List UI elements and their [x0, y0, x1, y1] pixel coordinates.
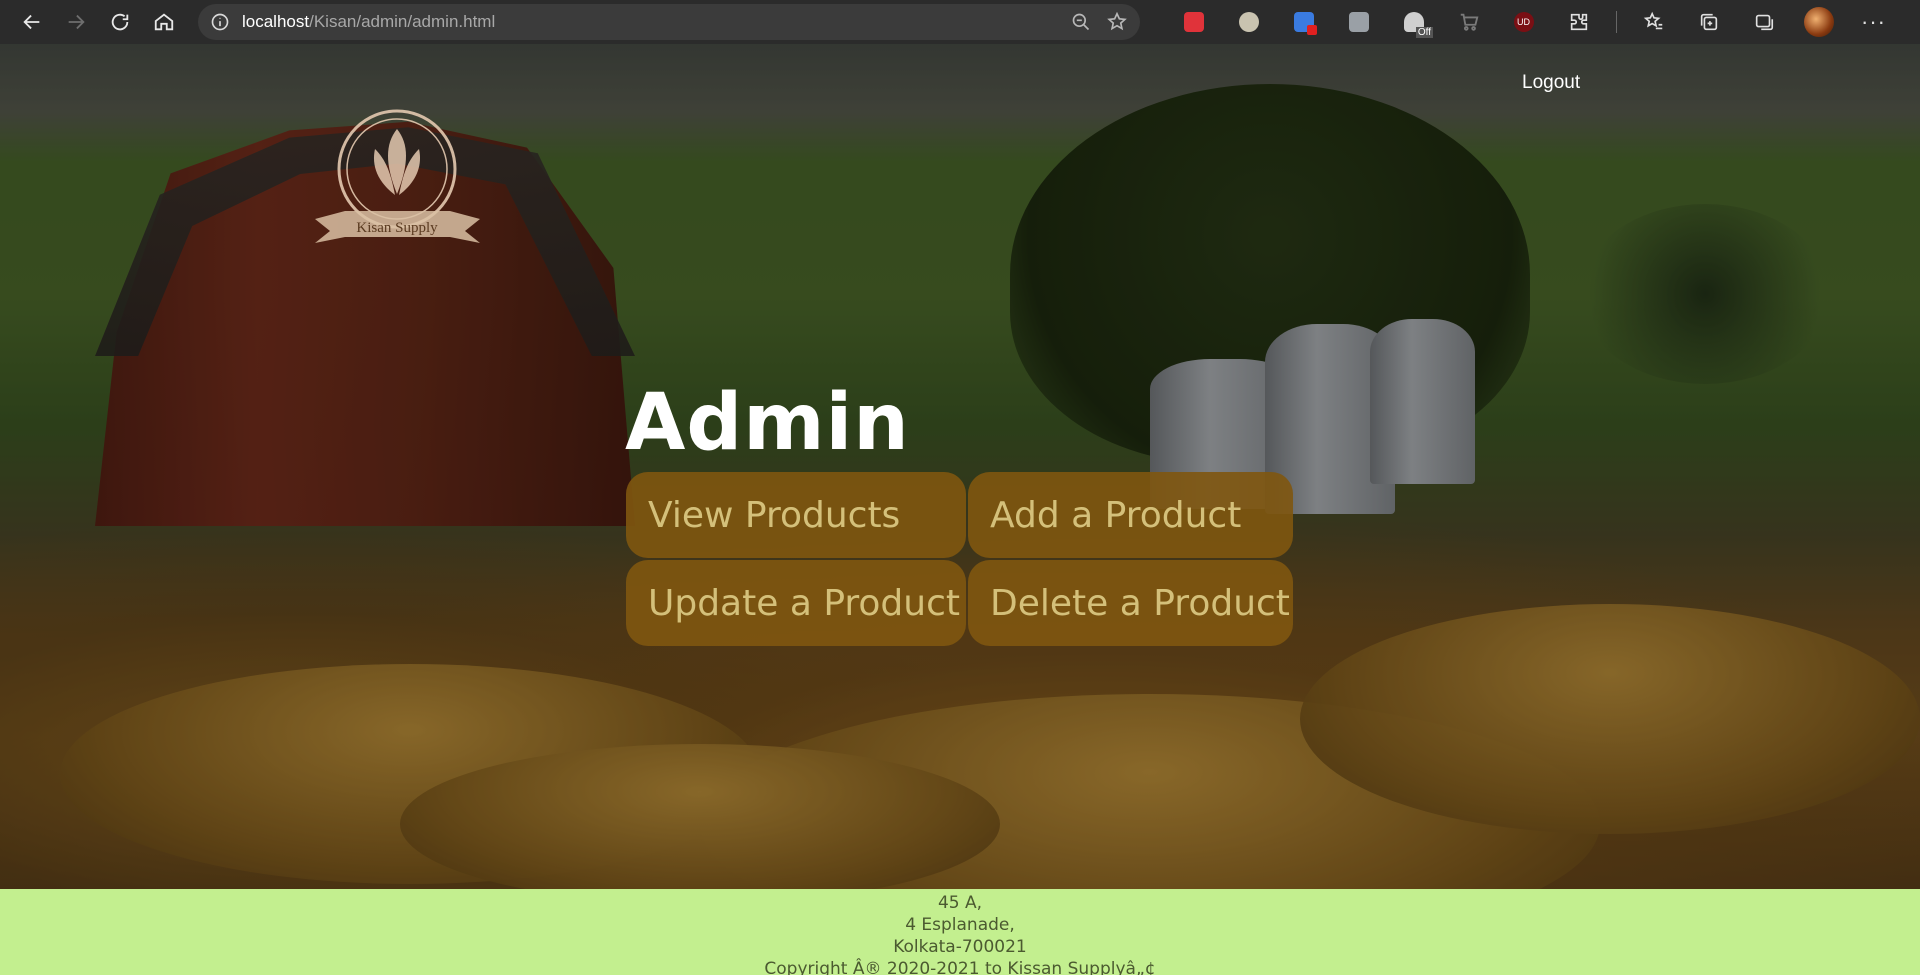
- view-products-button[interactable]: View Products: [626, 472, 966, 558]
- footer-address-line1: 45 A,: [937, 893, 983, 913]
- info-icon[interactable]: [210, 12, 230, 32]
- address-bar[interactable]: localhost/Kisan/admin/admin.html: [198, 4, 1140, 40]
- collections-icon[interactable]: [1681, 4, 1736, 40]
- more-icon: ···: [1861, 9, 1886, 34]
- extension-window-icon[interactable]: [1276, 4, 1331, 40]
- avatar: [1803, 7, 1834, 37]
- url-text[interactable]: localhost/Kisan/admin/admin.html: [242, 12, 495, 32]
- url-host: localhost: [242, 12, 310, 31]
- add-product-button[interactable]: Add a Product: [968, 472, 1293, 558]
- profile-sync-icon[interactable]: [1736, 4, 1791, 40]
- page-title: Admin: [625, 378, 910, 468]
- extension-ublock-icon[interactable]: UD: [1496, 4, 1551, 40]
- logout-link[interactable]: Logout: [1522, 72, 1580, 94]
- reload-icon: [111, 13, 129, 31]
- kisan-supply-logo[interactable]: Kisan Supply: [305, 89, 490, 264]
- extension-shield-icon[interactable]: [1166, 4, 1221, 40]
- arrow-left-icon: [23, 14, 40, 30]
- page: Kisan Supply Logout Admin View Products …: [0, 44, 1920, 975]
- reload-button[interactable]: [100, 4, 140, 40]
- off-badge: Off: [1415, 27, 1433, 38]
- hero-overlay: [0, 44, 1920, 889]
- footer-copyright: Copyright Â® 2020-2021 to Kissan Supplyâ…: [764, 959, 1156, 975]
- zoom-out-icon[interactable]: [1070, 11, 1092, 33]
- browser-toolbar: localhost/Kisan/admin/admin.html Off UD: [0, 0, 1920, 44]
- add-favorite-icon[interactable]: [1106, 11, 1128, 33]
- extension-owl-icon[interactable]: [1221, 4, 1276, 40]
- logo-text: Kisan Supply: [356, 220, 438, 236]
- footer-address-line2: 4 Esplanade,: [905, 915, 1015, 935]
- profile-avatar[interactable]: [1791, 4, 1846, 40]
- home-icon: [154, 13, 174, 31]
- extensions-row: Off UD ···: [1166, 4, 1901, 40]
- hero-background: [0, 44, 1920, 954]
- extension-ghost-icon[interactable]: [1331, 4, 1386, 40]
- home-button[interactable]: [144, 4, 184, 40]
- forward-button[interactable]: [56, 4, 96, 40]
- update-product-button[interactable]: Update a Product: [626, 560, 966, 646]
- admin-actions-grid: View Products Add a Product Update a Pro…: [626, 472, 1293, 646]
- more-menu-button[interactable]: ···: [1846, 4, 1901, 40]
- extensions-puzzle-icon[interactable]: [1551, 4, 1606, 40]
- delete-product-button[interactable]: Delete a Product: [968, 560, 1293, 646]
- back-button[interactable]: [12, 4, 52, 40]
- url-path: /Kisan/admin/admin.html: [309, 12, 496, 31]
- arrow-right-icon: [68, 14, 85, 30]
- favorites-icon[interactable]: [1626, 4, 1681, 40]
- toolbar-separator: [1606, 4, 1626, 40]
- footer: 45 A, 4 Esplanade, Kolkata-700021 Copyri…: [0, 889, 1920, 975]
- extension-cart-icon[interactable]: [1441, 4, 1496, 40]
- extension-hat-icon[interactable]: Off: [1386, 4, 1441, 40]
- footer-address-line3: Kolkata-700021: [893, 937, 1027, 957]
